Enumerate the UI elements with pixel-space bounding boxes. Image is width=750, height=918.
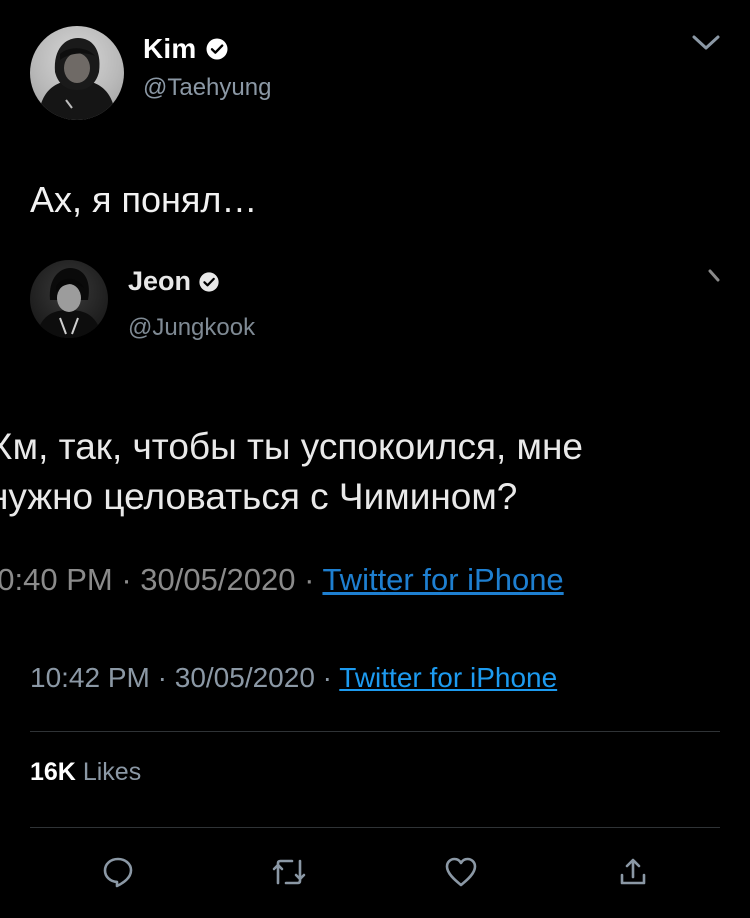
tweet-text: Ах, я понял… bbox=[30, 179, 258, 220]
retweet-icon bbox=[270, 855, 308, 889]
heart-icon bbox=[443, 855, 479, 889]
quoted-date: 30/05/2020 bbox=[140, 562, 296, 597]
quoted-separator: · bbox=[121, 562, 132, 597]
likes-count: 16K bbox=[30, 758, 76, 786]
quoted-timestamp: 10:40 PM bbox=[0, 562, 113, 597]
verified-badge-icon bbox=[205, 37, 229, 61]
share-icon bbox=[616, 855, 650, 889]
reply-icon bbox=[101, 855, 135, 889]
quoted-text-line-2: нужно целоваться с Чимином? bbox=[0, 476, 518, 517]
author-handle[interactable]: @Taehyung bbox=[143, 74, 271, 102]
likes-stat[interactable]: 16K Likes bbox=[30, 758, 141, 787]
quoted-author-name: Jeon bbox=[128, 266, 192, 296]
author-name-row[interactable]: Kim bbox=[143, 33, 229, 65]
divider bbox=[30, 827, 720, 828]
divider bbox=[30, 731, 720, 732]
like-button[interactable] bbox=[441, 852, 481, 892]
chevron-down-icon[interactable] bbox=[690, 30, 722, 54]
quoted-chevron-icon bbox=[708, 268, 722, 284]
tweet-timestamp[interactable]: 10:42 PM bbox=[30, 662, 150, 693]
meta-separator: · bbox=[322, 662, 332, 693]
quoted-verified-badge-icon bbox=[198, 271, 220, 293]
meta-separator: · bbox=[157, 662, 167, 693]
quoted-text-line-1: Хм, так, чтобы ты успокоился, мне bbox=[0, 426, 583, 467]
author-name[interactable]: Kim bbox=[143, 33, 197, 65]
quoted-tweet-meta: 10:40 PM · 30/05/2020 · Twitter for iPho… bbox=[0, 562, 564, 598]
quoted-tweet-text: Хм, так, чтобы ты успокоился, мне нужно … bbox=[0, 422, 750, 522]
tweet-meta: 10:42 PM · 30/05/2020 · Twitter for iPho… bbox=[30, 662, 557, 694]
reply-button[interactable] bbox=[98, 852, 138, 892]
retweet-button[interactable] bbox=[269, 852, 309, 892]
share-button[interactable] bbox=[613, 852, 653, 892]
tweet-source-link[interactable]: Twitter for iPhone bbox=[339, 662, 557, 693]
quoted-screenshot: Jeon @Jungkook Хм, так, чтобы ты успокои… bbox=[0, 246, 750, 624]
quoted-author-avatar bbox=[30, 260, 108, 338]
quoted-author-handle: @Jungkook bbox=[128, 314, 256, 341]
quoted-source: Twitter for iPhone bbox=[322, 562, 564, 597]
quoted-separator: · bbox=[304, 562, 315, 597]
author-avatar[interactable] bbox=[30, 26, 124, 120]
tweet-date[interactable]: 30/05/2020 bbox=[175, 662, 315, 693]
quoted-author-name-row: Jeon bbox=[128, 266, 220, 297]
likes-label: Likes bbox=[82, 758, 142, 786]
